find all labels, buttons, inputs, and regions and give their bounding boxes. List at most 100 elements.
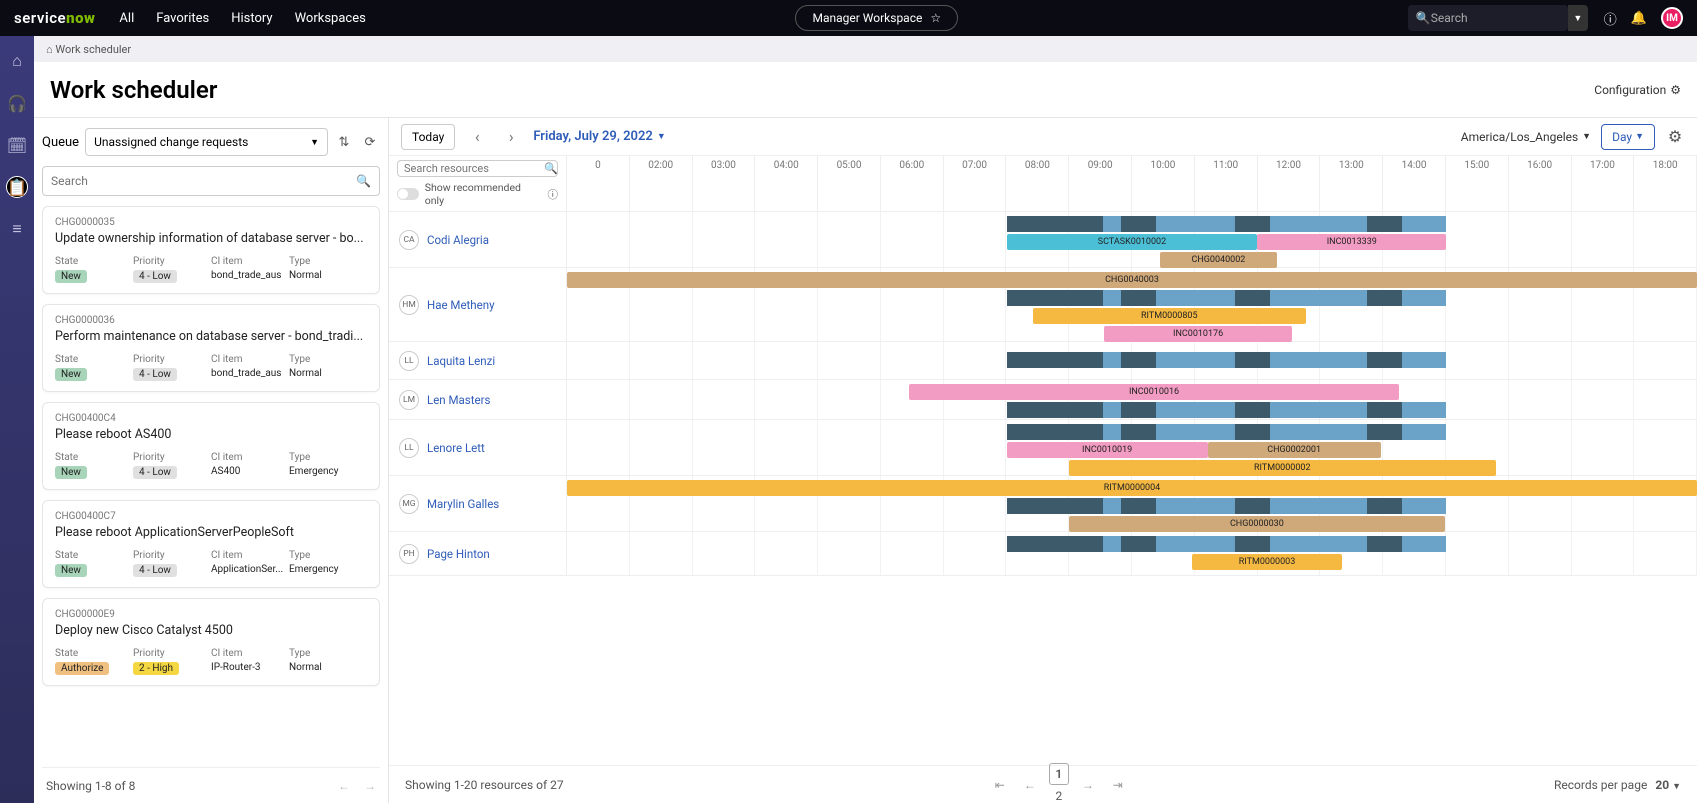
task-bar[interactable]: RITM0000004 [567,480,1697,496]
resource-name[interactable]: CACodi Alegria [389,212,567,267]
task-bar[interactable]: INC0013339 [1257,234,1446,250]
hour-column: 14:00 [1383,156,1446,211]
chevron-down-icon: ▼ [1635,131,1644,142]
queue-select[interactable]: Unassigned change requests ▼ [85,128,328,156]
queue-footer: Showing 1-8 of 8 ← → [42,767,380,803]
star-icon[interactable]: ☆ [930,11,941,25]
queue-card[interactable]: CHG0000036 Perform maintenance on databa… [42,304,380,392]
last-page-icon[interactable]: ⇥ [1107,774,1129,796]
resource-search-input[interactable] [404,162,544,175]
configuration-link[interactable]: Configuration ⚙ [1594,83,1681,97]
page-number[interactable]: 2 [1049,785,1069,803]
search-icon: 🔍 [544,162,558,175]
nav-all[interactable]: All [119,11,134,26]
timeline-panel: Today ‹ › Friday, July 29, 2022 ▼ Americ… [389,118,1697,803]
top-bar: servicenow All Favorites History Workspaces… [0,0,1697,36]
gear-icon[interactable]: ⚙ [1665,127,1685,147]
task-bar[interactable]: INC0010176 [1104,326,1293,342]
availability-bar [1007,290,1447,306]
hour-column: 11:00 [1195,156,1258,211]
queue-card[interactable]: CHG00400C7 Please reboot ApplicationServ… [42,500,380,588]
next-page-icon[interactable]: → [1077,774,1099,796]
queue-card[interactable]: CHG00000E9 Deploy new Cisco Catalyst 450… [42,598,380,686]
card-number: CHG00000E9 [55,609,367,620]
headset-icon[interactable]: 🎧 [6,92,28,114]
crumb-label[interactable]: Work scheduler [55,43,131,56]
list-icon[interactable]: ≡ [6,218,28,240]
sort-icon[interactable]: ⇅ [334,132,354,152]
hour-column: 07:00 [944,156,1007,211]
task-bar[interactable]: CHG0040002 [1160,252,1276,268]
queue-card[interactable]: CHG0000035 Update ownership information … [42,206,380,294]
resource-search[interactable]: 🔍 [397,160,558,177]
top-nav: All Favorites History Workspaces [119,11,365,26]
nav-history[interactable]: History [231,11,272,26]
info-icon[interactable]: ⓘ [548,187,559,202]
timezone-select[interactable]: America/Los_Angeles ▼ [1461,130,1591,144]
task-bar[interactable]: CHG0000030 [1069,516,1445,532]
task-bar[interactable]: INC0010019 [1007,442,1208,458]
prev-icon[interactable]: ← [338,779,350,793]
rpp-select[interactable]: 20 ▼ [1655,778,1681,792]
task-bar[interactable]: RITM0000003 [1192,554,1342,570]
hour-column: 0 [567,156,630,211]
global-search[interactable]: 🔍 Search [1408,5,1568,31]
task-bar[interactable]: SCTASK0010002 [1007,234,1258,250]
calendar-icon[interactable]: 🗓 [6,134,28,156]
resource-name[interactable]: LLLenore Lett [389,420,567,475]
timeline-row: LLLaquita Lenzi [389,342,1697,380]
page-number[interactable]: 1 [1049,763,1069,785]
task-bar[interactable]: CHG0002001 [1208,442,1381,458]
task-bar[interactable]: INC0010016 [909,384,1398,400]
clipboard-icon[interactable]: 📋 [6,176,28,198]
task-bar[interactable]: RITM0000805 [1033,308,1306,324]
bell-icon[interactable]: 🔔 [1631,11,1647,26]
first-page-icon[interactable]: ⇤ [989,774,1011,796]
nav-favorites[interactable]: Favorites [156,11,209,26]
initials-badge: MG [399,494,419,514]
recommended-label: Show recommended only [425,181,542,207]
help-icon[interactable]: ⓘ [1604,9,1617,28]
card-title: Please reboot AS400 [55,427,367,442]
chevron-down-icon: ▼ [1582,131,1591,142]
resource-name[interactable]: LLLaquita Lenzi [389,342,567,379]
logo: servicenow [14,9,95,27]
availability-bar [1007,424,1447,440]
workspace-pill[interactable]: Manager Workspace ☆ [795,5,958,31]
initials-badge: LM [399,390,419,410]
home-crumb[interactable]: ⌂ [46,43,53,56]
prev-page-icon[interactable]: ← [1019,774,1041,796]
today-button[interactable]: Today [401,124,455,150]
left-rail: ⌂ 🎧 🗓 📋 ≡ [0,36,34,803]
chevron-down-icon: ▼ [310,137,319,148]
date-picker[interactable]: Friday, July 29, 2022 ▼ [533,129,665,144]
recommended-toggle[interactable] [397,188,419,200]
resource-name[interactable]: HMHae Metheny [389,268,567,341]
hour-column: 03:00 [693,156,756,211]
timeline-row: LLLenore Lett INC0010019CHG0002001 RITM00… [389,420,1697,476]
home-icon[interactable]: ⌂ [6,50,28,72]
prev-day-icon[interactable]: ‹ [465,124,489,150]
queue-card[interactable]: CHG00400C4 Please reboot AS400 StateNew … [42,402,380,490]
resource-name[interactable]: LMLen Masters [389,380,567,419]
task-bar[interactable]: RITM0000002 [1069,460,1496,476]
queue-search-input[interactable] [51,174,356,188]
chevron-down-icon: ▼ [1672,782,1681,792]
search-dropdown[interactable]: ▼ [1568,5,1588,31]
refresh-icon[interactable]: ⟳ [360,132,380,152]
resource-name[interactable]: MGMarylin Galles [389,476,567,531]
task-bar[interactable]: CHG0040003 [567,272,1697,288]
hour-column: 17:00 [1572,156,1635,211]
queue-search[interactable]: 🔍 [42,166,380,196]
availability-bar [1007,498,1447,514]
resource-name[interactable]: PHPage Hinton [389,532,567,575]
nav-workspaces[interactable]: Workspaces [295,11,366,26]
avatar[interactable]: IM [1661,7,1683,29]
view-select[interactable]: Day ▼ [1601,124,1655,150]
page-header: Work scheduler Configuration ⚙ [34,62,1697,118]
next-icon[interactable]: → [364,779,376,793]
next-day-icon[interactable]: › [499,124,523,150]
card-title: Deploy new Cisco Catalyst 4500 [55,623,367,638]
card-number: CHG00400C4 [55,413,367,424]
hour-column: 05:00 [818,156,881,211]
